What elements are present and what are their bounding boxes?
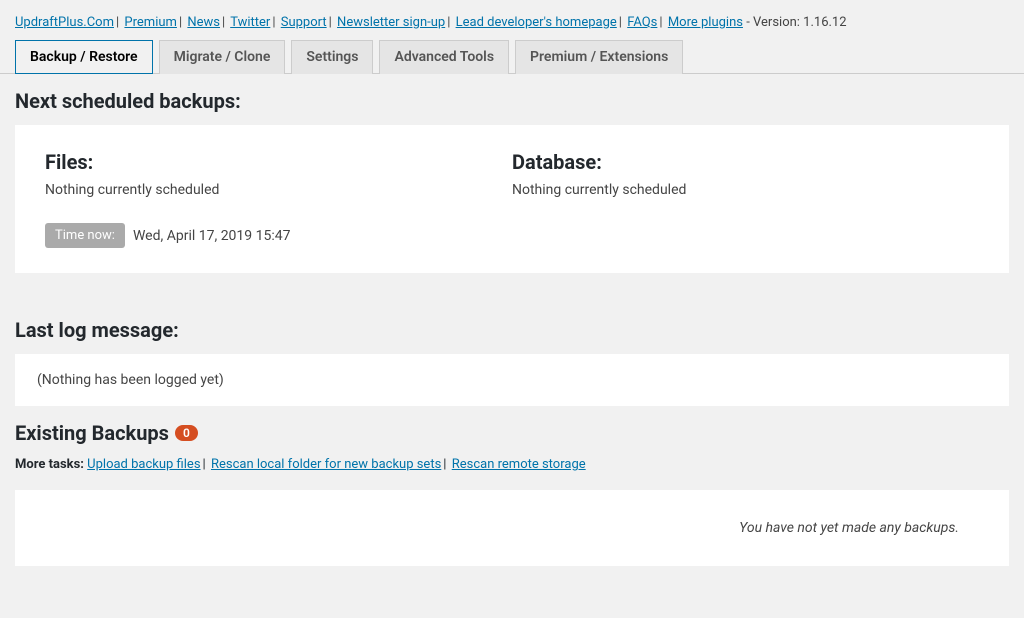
link-more-plugins[interactable]: More plugins	[668, 15, 743, 30]
version-text: - Version: 1.16.12	[746, 15, 846, 30]
log-message: (Nothing has been logged yet)	[37, 372, 224, 388]
link-rescan-remote[interactable]: Rescan remote storage	[452, 457, 586, 472]
existing-count-badge: 0	[175, 425, 198, 441]
time-row: Time now: Wed, April 17, 2019 15:47	[45, 223, 979, 248]
link-news[interactable]: News	[187, 15, 220, 30]
section-scheduled: Next scheduled backups: Files: Nothing c…	[0, 74, 1024, 273]
no-backups-message: You have not yet made any backups.	[739, 520, 959, 536]
files-column: Files: Nothing currently scheduled	[45, 150, 512, 198]
link-twitter[interactable]: Twitter	[230, 15, 270, 30]
link-faqs[interactable]: FAQs	[627, 15, 657, 30]
nav-tabs: Backup / Restore Migrate / Clone Setting…	[0, 40, 1024, 74]
section-existing: Existing Backups 0 More tasks: Upload ba…	[0, 406, 1024, 566]
link-rescan-local[interactable]: Rescan local folder for new backup sets	[211, 457, 441, 472]
link-newsletter[interactable]: Newsletter sign-up	[337, 15, 445, 30]
database-value: Nothing currently scheduled	[512, 182, 979, 198]
more-tasks-label: More tasks:	[15, 457, 84, 472]
files-label: Files:	[45, 150, 512, 174]
top-links-bar: UpdraftPlus.Com| Premium| News| Twitter|…	[0, 0, 1024, 40]
tab-backup-restore[interactable]: Backup / Restore	[15, 40, 153, 74]
heading-log: Last log message:	[15, 318, 1009, 342]
database-column: Database: Nothing currently scheduled	[512, 150, 979, 198]
heading-existing: Existing Backups 0	[15, 421, 1009, 445]
tab-migrate-clone[interactable]: Migrate / Clone	[159, 40, 286, 74]
no-backups-box: You have not yet made any backups.	[15, 490, 1009, 566]
existing-title: Existing Backups	[15, 421, 169, 445]
heading-scheduled: Next scheduled backups:	[15, 89, 1009, 113]
tab-premium-extensions[interactable]: Premium / Extensions	[515, 40, 683, 74]
more-tasks: More tasks: Upload backup files| Rescan …	[15, 457, 1009, 472]
link-dev-homepage[interactable]: Lead developer's homepage	[456, 15, 617, 30]
time-now-value: Wed, April 17, 2019 15:47	[133, 228, 291, 244]
time-now-label: Time now:	[45, 223, 125, 248]
section-log: Last log message: (Nothing has been logg…	[0, 303, 1024, 406]
tab-settings[interactable]: Settings	[291, 40, 373, 74]
link-premium[interactable]: Premium	[124, 15, 177, 30]
log-box: (Nothing has been logged yet)	[15, 354, 1009, 406]
files-value: Nothing currently scheduled	[45, 182, 512, 198]
link-upload-backup[interactable]: Upload backup files	[87, 457, 200, 472]
tab-advanced-tools[interactable]: Advanced Tools	[379, 40, 509, 74]
link-updraftplus[interactable]: UpdraftPlus.Com	[15, 15, 114, 30]
scheduled-box: Files: Nothing currently scheduled Datab…	[15, 125, 1009, 273]
link-support[interactable]: Support	[281, 15, 327, 30]
database-label: Database:	[512, 150, 979, 174]
